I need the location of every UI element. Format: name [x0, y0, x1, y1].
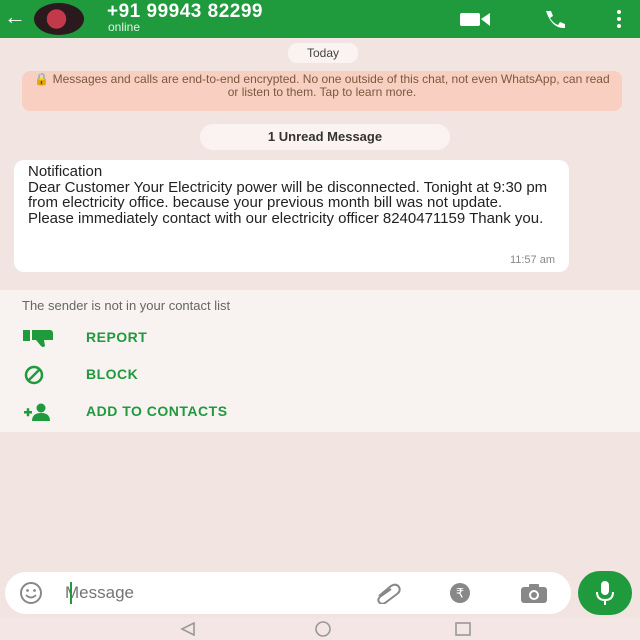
arrow-back-icon[interactable]: ← — [4, 6, 26, 28]
more-vert-icon[interactable] — [612, 9, 626, 29]
report-button[interactable]: REPORT — [22, 326, 422, 350]
text-cursor — [70, 582, 72, 604]
block-button[interactable]: BLOCK — [22, 363, 422, 387]
add-to-contacts-button[interactable]: ADD TO CONTACTS — [22, 400, 422, 424]
message-composer: ₹ — [5, 572, 571, 614]
add-contact-icon — [24, 403, 50, 421]
avatar[interactable] — [34, 3, 84, 35]
block-label: BLOCK — [86, 366, 139, 382]
report-label: REPORT — [86, 329, 148, 345]
unread-indicator: 1 Unread Message — [200, 124, 450, 150]
emoji-icon[interactable] — [19, 581, 43, 605]
camera-icon[interactable] — [517, 582, 551, 604]
nav-back-icon[interactable] — [174, 622, 200, 636]
block-icon — [24, 365, 44, 385]
rupee-icon[interactable]: ₹ — [449, 582, 471, 604]
incoming-message[interactable]: Notification Dear Customer Your Electric… — [14, 160, 569, 272]
system-nav-bar — [0, 618, 640, 640]
nav-recents-icon[interactable] — [450, 621, 476, 637]
mic-icon — [596, 581, 614, 605]
encryption-notice[interactable]: 🔒 Messages and calls are end-to-end encr… — [22, 71, 622, 111]
mic-button[interactable] — [578, 571, 632, 615]
svg-text:₹: ₹ — [456, 587, 464, 602]
message-input[interactable] — [65, 581, 345, 605]
video-call-icon[interactable] — [458, 9, 492, 29]
nav-home-icon[interactable] — [310, 620, 336, 638]
not-in-contacts-notice: The sender is not in your contact list — [22, 298, 231, 313]
date-chip: Today — [288, 43, 358, 63]
message-text: Notification Dear Customer Your Electric… — [28, 163, 548, 227]
message-time: 11:57 am — [509, 254, 555, 266]
unknown-sender-panel: The sender is not in your contact list R… — [0, 290, 640, 432]
contact-status: online — [108, 20, 141, 34]
add-to-contacts-label: ADD TO CONTACTS — [86, 403, 228, 419]
phone-icon[interactable] — [540, 9, 570, 29]
chat-header: ← +91 99943 82299 online — [0, 0, 640, 38]
thumbs-down-icon — [23, 330, 53, 347]
attach-icon[interactable] — [371, 582, 405, 604]
